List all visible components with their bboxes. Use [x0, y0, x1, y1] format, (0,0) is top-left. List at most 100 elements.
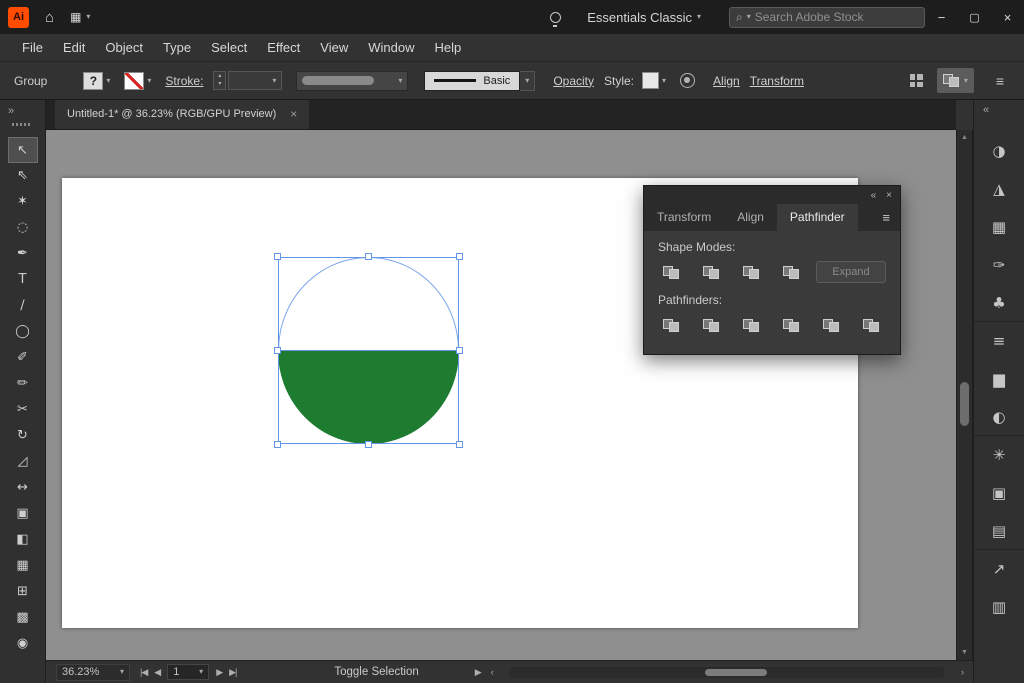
- last-artboard-button[interactable]: ▶|: [229, 667, 236, 678]
- type-tool[interactable]: T: [9, 266, 37, 292]
- artboards-panel-icon[interactable]: ▥: [974, 588, 1024, 626]
- menu-item[interactable]: Edit: [53, 34, 95, 62]
- menu-item[interactable]: Effect: [257, 34, 310, 62]
- scissors-tool[interactable]: ✂: [9, 396, 37, 422]
- vertical-scrollbar[interactable]: ▲ ▼: [956, 130, 973, 660]
- stroke-weight-label[interactable]: Stroke:: [165, 74, 203, 88]
- divide-button[interactable]: [658, 314, 684, 336]
- exclude-button[interactable]: [778, 261, 804, 283]
- first-artboard-button[interactable]: |◀: [140, 667, 147, 678]
- scroll-left-icon[interactable]: ‹: [491, 667, 493, 677]
- fill-color-control[interactable]: ? ▾: [83, 72, 110, 90]
- control-panel-menu-icon[interactable]: ≡: [996, 73, 1004, 89]
- selection-handle[interactable]: [274, 441, 281, 448]
- color-panel-icon[interactable]: ◑: [974, 132, 1024, 170]
- menu-item[interactable]: Select: [201, 34, 257, 62]
- line-segment-tool[interactable]: ∕: [9, 292, 37, 318]
- pencil-tool[interactable]: ✏: [9, 370, 37, 396]
- align-label[interactable]: Align: [713, 74, 740, 88]
- opacity-label[interactable]: Opacity: [553, 74, 594, 88]
- direct-selection-tool[interactable]: ⇖: [9, 162, 37, 188]
- menu-item[interactable]: Window: [358, 34, 424, 62]
- stroke-color-control[interactable]: ▾: [124, 72, 151, 90]
- status-display[interactable]: Toggle Selection: [334, 666, 418, 678]
- brush-definition-chevron[interactable]: ▾: [520, 71, 535, 91]
- tab-pathfinder[interactable]: Pathfinder: [777, 204, 858, 231]
- export-panel-icon[interactable]: ↗: [974, 550, 1024, 588]
- intersect-button[interactable]: [738, 261, 764, 283]
- mesh-tool[interactable]: ⊞: [9, 578, 37, 604]
- tab-transform[interactable]: Transform: [644, 204, 724, 231]
- brushes-panel-icon[interactable]: ✑: [974, 246, 1024, 284]
- selection-handle[interactable]: [456, 347, 463, 354]
- perspective-grid-tool[interactable]: ▦: [9, 552, 37, 578]
- expand-button[interactable]: Expand: [816, 261, 886, 283]
- arrange-documents-icon[interactable]: [910, 74, 923, 87]
- scroll-down-icon[interactable]: ▼: [957, 649, 972, 656]
- status-menu-arrow-icon[interactable]: ▶: [475, 667, 481, 678]
- crop-button[interactable]: [778, 314, 804, 336]
- minus-front-button[interactable]: [698, 261, 724, 283]
- pen-tool[interactable]: ✒: [9, 240, 37, 266]
- gradient-tool[interactable]: ▩: [9, 604, 37, 630]
- drag-grip-icon[interactable]: [12, 123, 32, 126]
- scroll-right-icon[interactable]: ›: [961, 667, 963, 677]
- stepper-up-icon[interactable]: ▴: [218, 73, 221, 80]
- recolor-artwork-icon[interactable]: [680, 73, 695, 88]
- stroke-weight-select[interactable]: ▾: [228, 71, 282, 90]
- graphic-style-select[interactable]: ▾: [642, 72, 666, 89]
- maximize-button[interactable]: ▢: [958, 0, 991, 34]
- stroke-weight-stepper[interactable]: ▴ ▾: [213, 71, 226, 90]
- lightbulb-icon[interactable]: [550, 12, 561, 23]
- ellipse-tool[interactable]: ◯: [9, 318, 37, 344]
- minimize-button[interactable]: −: [925, 0, 958, 34]
- panel-collapse-icon[interactable]: «: [871, 190, 877, 201]
- prev-artboard-button[interactable]: ◀: [154, 667, 160, 678]
- symbols-panel-icon[interactable]: ♣: [974, 284, 1024, 322]
- selection-handle[interactable]: [365, 253, 372, 260]
- selected-shape[interactable]: [278, 257, 459, 444]
- arrange-documents-switcher[interactable]: ▦ ▾: [70, 10, 90, 24]
- shape-builder-tool[interactable]: ◧: [9, 526, 37, 552]
- menu-item[interactable]: File: [12, 34, 53, 62]
- zoom-select[interactable]: 36.23% ▾: [56, 664, 130, 681]
- transform-label[interactable]: Transform: [750, 74, 804, 88]
- next-artboard-button[interactable]: ▶: [216, 667, 222, 678]
- collapse-dock-icon[interactable]: «: [983, 104, 989, 116]
- home-icon[interactable]: ⌂: [45, 9, 54, 26]
- selection-handle[interactable]: [365, 441, 372, 448]
- fill-swatch[interactable]: ?: [83, 72, 103, 90]
- color-guide-panel-icon[interactable]: ◮: [974, 170, 1024, 208]
- lasso-tool[interactable]: ◌: [9, 214, 37, 240]
- shape-modes-quick-button[interactable]: ▾: [937, 68, 974, 93]
- width-profile-select[interactable]: ▾: [296, 71, 408, 91]
- stroke-none-swatch[interactable]: [124, 72, 144, 90]
- menu-item[interactable]: Object: [95, 34, 153, 62]
- workspace-select[interactable]: Essentials Classic ▾: [587, 10, 701, 25]
- width-tool[interactable]: ↔: [9, 474, 37, 500]
- close-button[interactable]: ×: [991, 0, 1024, 34]
- scale-tool[interactable]: ◿: [9, 448, 37, 474]
- brush-definition-select[interactable]: Basic: [424, 71, 520, 91]
- stroke-panel-icon[interactable]: ≡: [974, 322, 1024, 360]
- rotate-tool[interactable]: ↻: [9, 422, 37, 448]
- swatches-panel-icon[interactable]: ▦: [974, 208, 1024, 246]
- panel-menu-icon[interactable]: ≡: [882, 204, 900, 231]
- trim-button[interactable]: [698, 314, 724, 336]
- search-input[interactable]: [755, 10, 885, 24]
- scroll-up-icon[interactable]: ▲: [957, 134, 972, 141]
- unite-button[interactable]: [658, 261, 684, 283]
- panel-close-icon[interactable]: ×: [886, 190, 892, 201]
- outline-button[interactable]: [818, 314, 844, 336]
- minus-back-button[interactable]: [858, 314, 884, 336]
- tab-close-icon[interactable]: ×: [290, 107, 297, 121]
- artboard-number-select[interactable]: 1 ▾: [167, 664, 209, 680]
- horizontal-scroll-thumb[interactable]: [705, 669, 767, 676]
- layers-panel-icon[interactable]: ▤: [974, 512, 1024, 550]
- selection-handle[interactable]: [456, 253, 463, 260]
- graphic-style-swatch[interactable]: [642, 72, 659, 89]
- free-transform-tool[interactable]: ▣: [9, 500, 37, 526]
- selection-handle[interactable]: [274, 253, 281, 260]
- merge-button[interactable]: [738, 314, 764, 336]
- selection-tool[interactable]: ↖: [9, 138, 37, 162]
